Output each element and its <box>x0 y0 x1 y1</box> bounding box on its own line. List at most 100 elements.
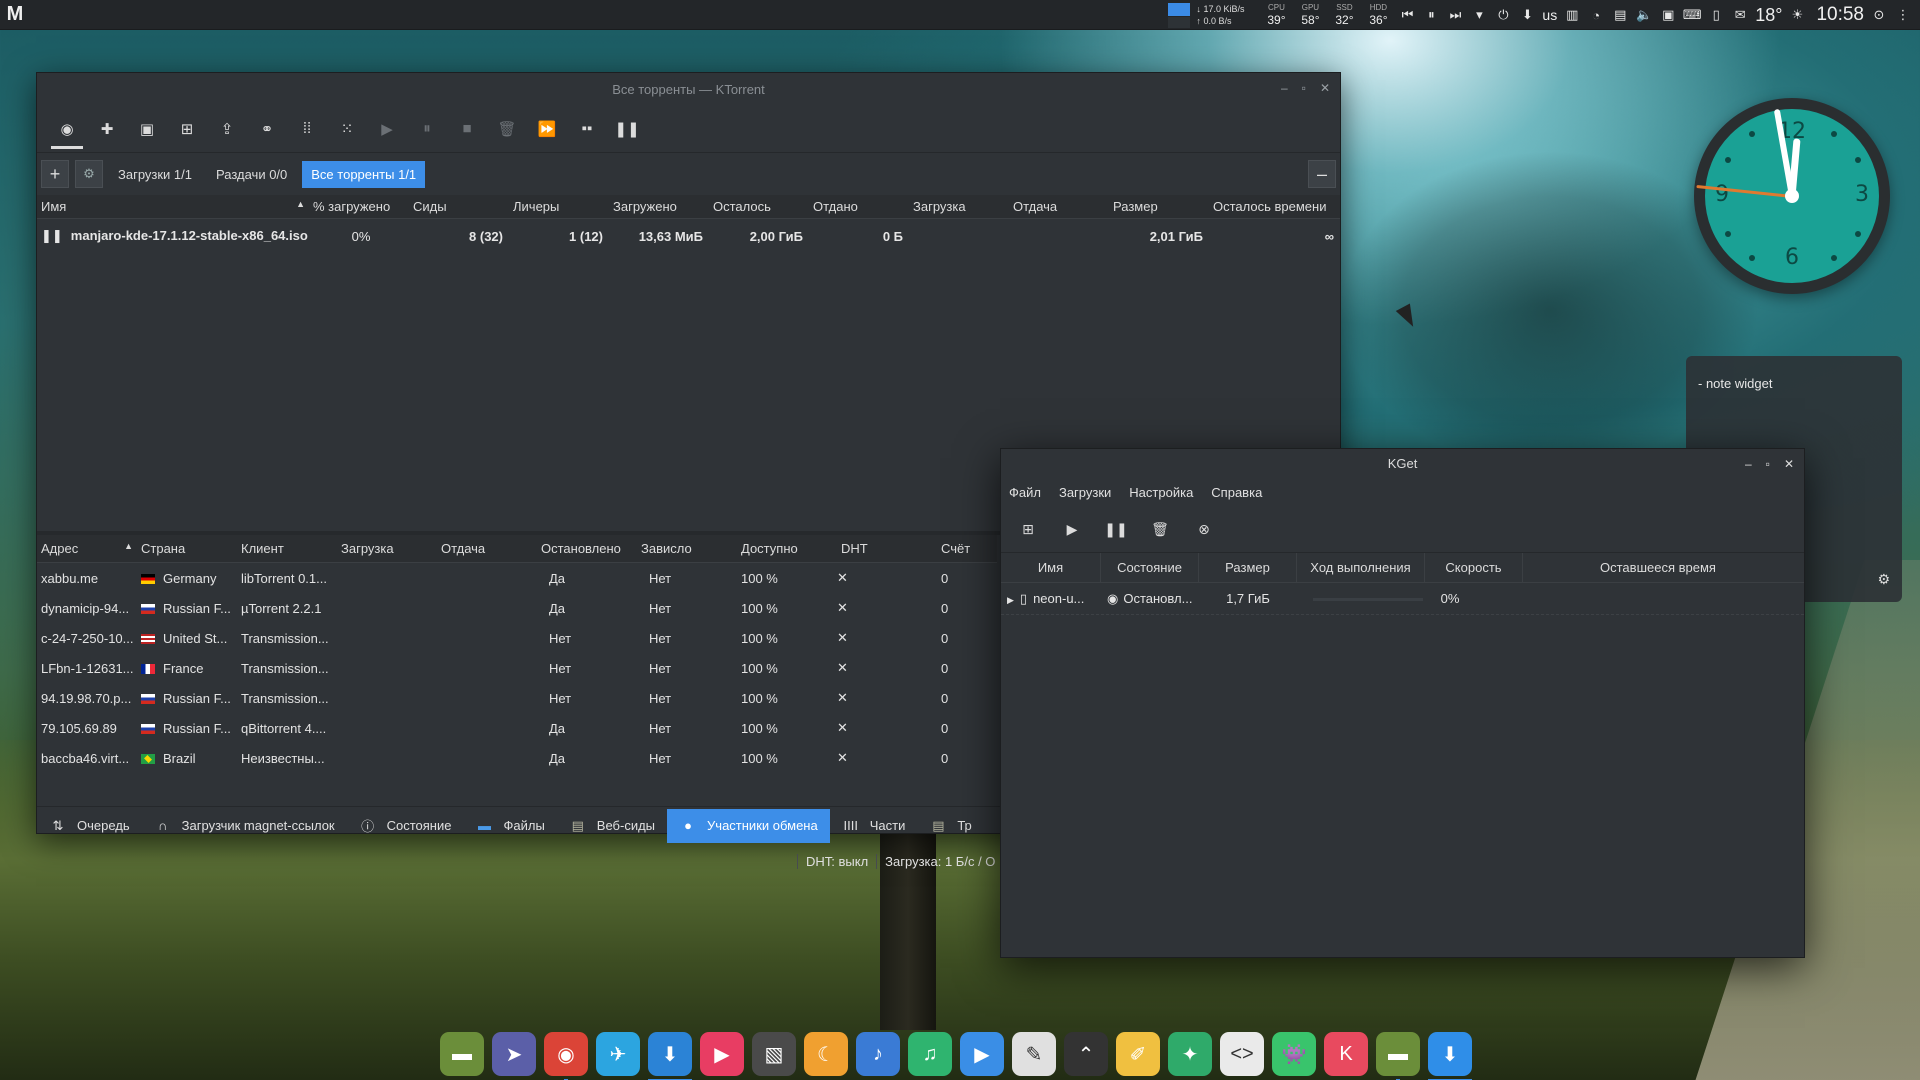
photo-app-icon[interactable]: ▧ <box>752 1032 796 1076</box>
start-icon[interactable]: ▶ <box>1057 515 1087 545</box>
music-icon[interactable]: ♫ <box>908 1032 952 1076</box>
col-left[interactable]: Осталось <box>709 199 809 214</box>
fast-forward-icon[interactable]: ⏩ <box>527 109 567 149</box>
chevron-down-icon[interactable]: ▾ <box>1470 6 1488 24</box>
color-picker-icon[interactable]: ✐ <box>1116 1032 1160 1076</box>
clipboard-icon[interactable]: ▣ <box>1659 6 1677 24</box>
chrome-icon[interactable]: ◉ <box>544 1032 588 1080</box>
tab-folder[interactable]: ▬ Файлы <box>463 809 556 843</box>
col-peer-ul[interactable]: Отдача <box>437 541 537 556</box>
pointer-app-icon[interactable]: ➤ <box>492 1032 536 1076</box>
add-view-button[interactable]: + <box>41 160 69 188</box>
dots-grid-icon[interactable]: ⁙ <box>327 109 367 149</box>
tab-webseed[interactable]: ▤ Веб-сиды <box>557 809 667 843</box>
open-torrent-icon[interactable]: ⊞ <box>167 109 207 149</box>
col-state[interactable]: Состояние <box>1101 552 1199 583</box>
maximize-icon[interactable]: ▫ <box>1766 457 1770 471</box>
note-text[interactable]: - note widget <box>1698 376 1772 391</box>
menu-file[interactable]: Файл <box>1009 485 1041 500</box>
audio-player-icon[interactable]: ♪ <box>856 1032 900 1076</box>
ktorrent-titlebar[interactable]: Все торренты — KTorrent – ▫ ✕ <box>37 73 1340 105</box>
view-settings-button[interactable]: ⚙ <box>75 160 103 188</box>
power-icon[interactable]: ⏻ <box>1494 6 1512 24</box>
cancel-circle-icon[interactable]: ⊗ <box>1189 515 1219 545</box>
col-percent[interactable]: % загружено <box>309 199 409 214</box>
downloader-icon[interactable]: ⬇ <box>648 1032 692 1080</box>
tab-magnet[interactable]: ∩ Загрузчик magnet-ссылок <box>142 809 347 843</box>
col-peer-dl[interactable]: Загрузка <box>337 541 437 556</box>
download-tray-icon[interactable]: ⬇ <box>1518 6 1536 24</box>
pause-icon[interactable]: ❚❚ <box>1101 515 1131 545</box>
col-client[interactable]: Клиент <box>237 541 337 556</box>
kget-titlebar[interactable]: KGet – ▫ ✕ <box>1001 449 1804 477</box>
text-editor-icon[interactable]: ✎ <box>1012 1032 1056 1076</box>
tab-queue[interactable]: ⇅ Очередь <box>37 809 142 843</box>
ghost-app-icon[interactable]: 👾 <box>1272 1032 1316 1076</box>
tab-seeds[interactable]: Раздачи 0/0 <box>207 161 296 188</box>
pause-all-icon[interactable]: ❚❚ <box>607 109 647 149</box>
file-manager-icon[interactable]: ▬ <box>440 1032 484 1076</box>
tab-user[interactable]: ● Участники обмена <box>667 808 830 843</box>
stop-icon[interactable]: ■ <box>447 109 487 149</box>
table-row[interactable]: ❚❚ manjaro-kde-17.1.12-stable-x86_64.iso … <box>37 219 1340 253</box>
new-download-icon[interactable]: ⊞ <box>1013 515 1043 545</box>
menu-settings[interactable]: Настройка <box>1129 485 1193 500</box>
col-name[interactable]: Имя ▲ <box>37 199 309 214</box>
col-seeds[interactable]: Сиды <box>409 199 509 214</box>
pause-icon[interactable]: ⏸ <box>407 109 447 149</box>
new-window-icon[interactable]: ▣ <box>127 109 167 149</box>
col-dht[interactable]: DHT <box>837 541 937 556</box>
close-icon[interactable]: ✕ <box>1784 457 1794 471</box>
queue-grid-icon[interactable]: ⁞⁞ <box>287 109 327 149</box>
moon-app-icon[interactable]: ☾ <box>804 1032 848 1076</box>
chart-icon[interactable]: ▥ <box>1563 6 1581 24</box>
col-choked[interactable]: Остановлено <box>537 541 637 556</box>
maximize-icon[interactable]: ▫ <box>1302 81 1306 95</box>
col-snubbed[interactable]: Зависло <box>637 541 737 556</box>
printer-icon[interactable]: ▤ <box>1611 6 1629 24</box>
col-size[interactable]: Размер <box>1109 199 1209 214</box>
link-icon[interactable]: ⚭ <box>247 109 287 149</box>
analog-clock-widget[interactable]: 12 3 6 9 <box>1694 98 1890 294</box>
remove-view-button[interactable]: – <box>1308 160 1336 188</box>
settings-circle-icon[interactable]: ⊙ <box>1870 6 1888 24</box>
mail-icon[interactable]: ✉ <box>1731 6 1749 24</box>
video-app-icon[interactable]: ▶ <box>960 1032 1004 1076</box>
col-uploaded[interactable]: Отдано <box>809 199 909 214</box>
archive-icon[interactable]: ▬ <box>1376 1032 1420 1080</box>
kget-icon[interactable]: ⬇ <box>1428 1032 1472 1080</box>
activity-icon[interactable]: ◉ <box>47 109 87 149</box>
col-score[interactable]: Счёт <box>937 541 997 556</box>
col-country[interactable]: Страна <box>137 541 237 556</box>
upload-icon[interactable]: ⇪ <box>207 109 247 149</box>
media-player-icon[interactable]: ▶ <box>700 1032 744 1076</box>
keyboard-layout[interactable]: us <box>1542 7 1557 23</box>
col-downloaded[interactable]: Загружено <box>609 199 709 214</box>
volume-icon[interactable]: 🔈 <box>1635 6 1653 24</box>
col-ul-speed[interactable]: Отдача <box>1009 199 1109 214</box>
gear-icon[interactable]: ⚙ <box>1877 571 1890 588</box>
minimize-icon[interactable]: – <box>1281 81 1288 95</box>
stop-all-icon[interactable]: ▪▪ <box>567 109 607 149</box>
menu-downloads[interactable]: Загрузки <box>1059 485 1111 500</box>
tab-tracker[interactable]: ▤ Тр <box>917 809 983 843</box>
minimize-icon[interactable]: – <box>1745 457 1752 471</box>
panel-clock[interactable]: 10:58 <box>1816 4 1864 26</box>
start-icon[interactable]: ▶ <box>367 109 407 149</box>
tab-downloads[interactable]: Загрузки 1/1 <box>109 161 201 188</box>
weather-temperature[interactable]: 18° <box>1755 5 1782 26</box>
tab-all-torrents[interactable]: Все торренты 1/1 <box>302 160 426 188</box>
phone-icon[interactable]: ▯ <box>1707 6 1725 24</box>
menu-help[interactable]: Справка <box>1211 485 1262 500</box>
tab-info[interactable]: ⓘ Состояние <box>347 809 464 843</box>
trash-icon[interactable]: 🗑 <box>1145 515 1175 545</box>
col-name[interactable]: Имя <box>1001 552 1101 583</box>
col-address[interactable]: Адрес ▲ <box>37 541 137 556</box>
app-launcher[interactable]: M <box>0 0 30 30</box>
media-prev-icon[interactable]: ⏮ <box>1398 6 1416 24</box>
close-icon[interactable]: ✕ <box>1320 81 1330 95</box>
col-size[interactable]: Размер <box>1199 552 1297 583</box>
keyboard-icon[interactable]: ⌨ <box>1683 6 1702 24</box>
table-row[interactable]: ▶ ▯ neon-u... ◉ Остановл... 1,7 ГиБ 0% <box>1001 583 1804 615</box>
col-time-left[interactable]: Осталось времени <box>1209 199 1340 214</box>
